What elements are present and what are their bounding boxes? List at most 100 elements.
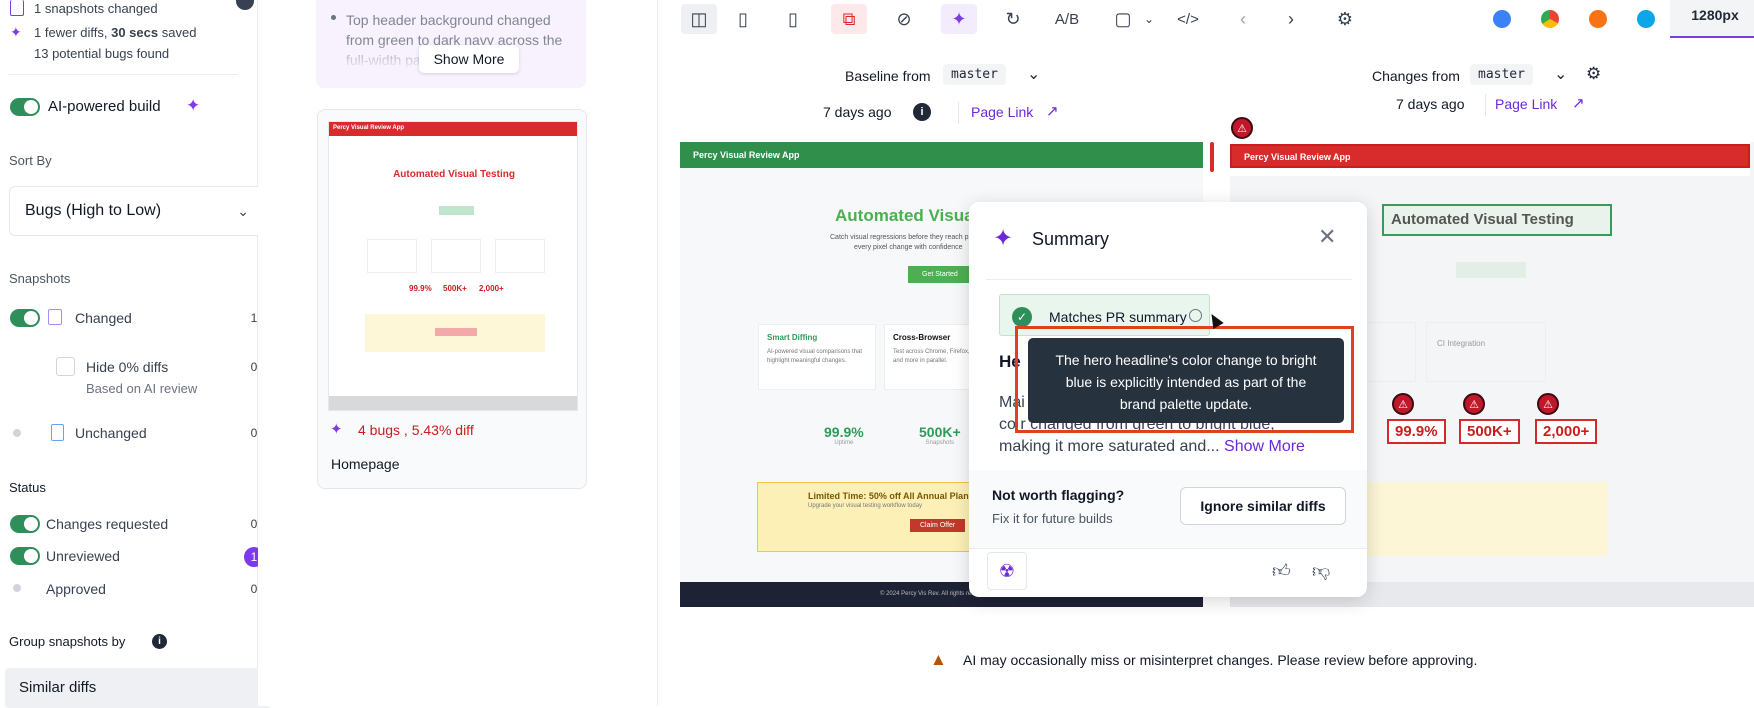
- ai-warning-text: AI may occasionally miss or misinterpret…: [963, 652, 1478, 668]
- divider: [1485, 94, 1486, 116]
- settings-sliders-icon[interactable]: ⚙: [1327, 4, 1363, 34]
- fewer-diffs-text: fewer diffs,: [44, 25, 108, 40]
- thumb-stat: 2,000+: [479, 284, 504, 293]
- info-circle-icon[interactable]: i: [913, 103, 931, 121]
- info-circle-icon[interactable]: i: [152, 634, 167, 649]
- promo-sub: Upgrade your visual testing workflow tod…: [808, 503, 923, 509]
- bug-badge-icon[interactable]: ⚠: [1537, 393, 1559, 415]
- match-tooltip: The hero headline's color change to brig…: [1028, 338, 1344, 423]
- sparkle-icon: ✦: [10, 24, 22, 40]
- changes-branch[interactable]: master: [1470, 64, 1533, 85]
- changes-feature: CI Integration: [1426, 322, 1546, 382]
- preview-feature-card: Smart Diffing AI-powered visual comparis…: [758, 324, 876, 390]
- firefox-icon[interactable]: [1580, 4, 1616, 34]
- approved-radio[interactable]: [13, 584, 21, 592]
- bug-badge-icon[interactable]: ⚠: [1231, 117, 1253, 139]
- baseline-page-link[interactable]: Page Link: [971, 104, 1033, 120]
- sort-select-value: Bugs (High to Low): [25, 202, 162, 219]
- warning-triangle-icon: ▲: [930, 650, 947, 669]
- group-by-label: Group snapshots by: [9, 634, 126, 649]
- history-icon[interactable]: ↻: [995, 4, 1031, 34]
- chevron-down-icon: ⌄: [237, 203, 249, 219]
- bugs-diff-text: 4 bugs , 5.43% diff: [358, 422, 474, 438]
- prev-arrow-icon[interactable]: ‹: [1225, 4, 1261, 34]
- bug-search-icon[interactable]: ⚙: [1586, 64, 1601, 84]
- snapshots-label: Snapshots: [9, 271, 71, 286]
- approved-label: Approved: [46, 581, 106, 597]
- chevron-down-icon[interactable]: ⌄: [1027, 64, 1040, 84]
- sparkle-icon: ✦: [993, 225, 1014, 252]
- changes-page-link[interactable]: Page Link: [1495, 96, 1557, 112]
- sort-select[interactable]: Bugs (High to Low) ⌄: [9, 186, 264, 236]
- summary-body-3: making it more saturated and...: [999, 438, 1220, 455]
- safari-icon[interactable]: [1484, 4, 1520, 34]
- bug-badge-icon[interactable]: ⚠: [1392, 393, 1414, 415]
- hide-zero-label: Hide 0% diffs: [86, 359, 169, 375]
- right-pane-icon[interactable]: ▯: [775, 4, 811, 34]
- diff-marker: [1210, 142, 1214, 172]
- feature-title: Smart Diffing: [767, 333, 818, 342]
- sparkle-icon: ✦: [330, 421, 343, 438]
- next-arrow-icon[interactable]: ›: [1273, 4, 1309, 34]
- edge-icon[interactable]: [1628, 4, 1664, 34]
- thumb-feature: [495, 239, 545, 273]
- changes-hero-title: Automated Visual Testing: [1391, 211, 1574, 228]
- check-circle-icon: ✓: [1012, 307, 1032, 327]
- thumb-feature: [431, 239, 481, 273]
- chevron-down-icon[interactable]: ⌄: [1131, 4, 1167, 34]
- saved-text: saved: [161, 25, 197, 40]
- info-icon[interactable]: [1189, 309, 1202, 322]
- ai-sparkle-icon[interactable]: ✦: [941, 4, 977, 34]
- hide-overlay-icon[interactable]: ⊘: [886, 4, 922, 34]
- width-selector[interactable]: 1280px: [1670, 0, 1754, 38]
- left-pane-icon[interactable]: ▯: [725, 4, 761, 34]
- stat-label: Uptime: [834, 440, 854, 446]
- status-label: Status: [9, 480, 46, 495]
- text-compare-icon[interactable]: A/B: [1049, 4, 1085, 34]
- unchanged-radio[interactable]: [13, 429, 21, 437]
- saved-secs: 30 secs: [111, 25, 159, 40]
- promo-title: Limited Time: 50% off All Annual Plans!: [808, 491, 977, 501]
- hide-zero-checkbox[interactable]: [56, 357, 75, 376]
- chrome-icon[interactable]: [1532, 4, 1568, 34]
- fewer-diffs-count: 1: [34, 25, 42, 40]
- changes-requested-toggle[interactable]: [10, 515, 40, 533]
- ai-build-toggle[interactable]: [10, 98, 40, 116]
- summary-title: Summary: [1032, 229, 1110, 249]
- snapshot-icon: [10, 0, 24, 16]
- external-link-icon[interactable]: ↗: [1046, 102, 1059, 120]
- changed-toggle[interactable]: [10, 309, 40, 327]
- summary-show-more[interactable]: Show More: [1224, 438, 1305, 455]
- bug-icon[interactable]: ☢: [987, 552, 1027, 590]
- divider: [969, 548, 1367, 549]
- chevron-down-icon[interactable]: ⌄: [1554, 64, 1567, 84]
- baseline-branch[interactable]: master: [943, 64, 1006, 85]
- sort-by-label: Sort By: [9, 153, 52, 168]
- ignore-similar-diffs-button[interactable]: Ignore similar diffs: [1180, 487, 1346, 525]
- stat-label: Snapshots: [925, 440, 954, 446]
- split-view-icon[interactable]: ◫: [681, 4, 717, 34]
- snapshot-thumbnail[interactable]: Percy Visual Review App Automated Visual…: [328, 121, 578, 411]
- group-select-value: Similar diffs: [19, 679, 97, 696]
- thumb-stat: 500K+: [443, 284, 467, 293]
- snapshot-list: Top header background changed from green…: [258, 0, 658, 706]
- ai-build-label: AI-powered build: [48, 98, 161, 115]
- thumbs-up-icon[interactable]: 👍︎: [1272, 560, 1291, 582]
- external-link-icon[interactable]: ↗: [1572, 94, 1585, 112]
- thumbs-down-icon[interactable]: 👎︎: [1312, 560, 1330, 582]
- changes-stat-value: 500K+: [1459, 419, 1520, 444]
- bug-badge-icon[interactable]: ⚠: [1463, 393, 1485, 415]
- close-icon[interactable]: ✕: [1318, 224, 1336, 250]
- changes-header: Changes from master ⌄ ⚙ 7 days ago Page …: [1210, 62, 1750, 122]
- snapshots-changed-text: 1 snapshots changed: [34, 1, 158, 16]
- match-label: Matches PR summary: [1049, 309, 1187, 325]
- feature-body: AI-powered visual comparisons that highl…: [767, 349, 863, 364]
- changes-header-bar: Percy Visual Review App: [1230, 144, 1750, 168]
- changes-label: Changes from: [1372, 68, 1460, 84]
- group-select[interactable]: Similar diffs: [5, 668, 271, 708]
- show-more-button[interactable]: Show More: [419, 45, 519, 73]
- diff-toggle-icon[interactable]: ⧉: [831, 4, 867, 34]
- code-icon[interactable]: </>: [1170, 4, 1206, 34]
- unreviewed-toggle[interactable]: [10, 547, 40, 565]
- snapshot-card[interactable]: Percy Visual Review App Automated Visual…: [317, 109, 587, 489]
